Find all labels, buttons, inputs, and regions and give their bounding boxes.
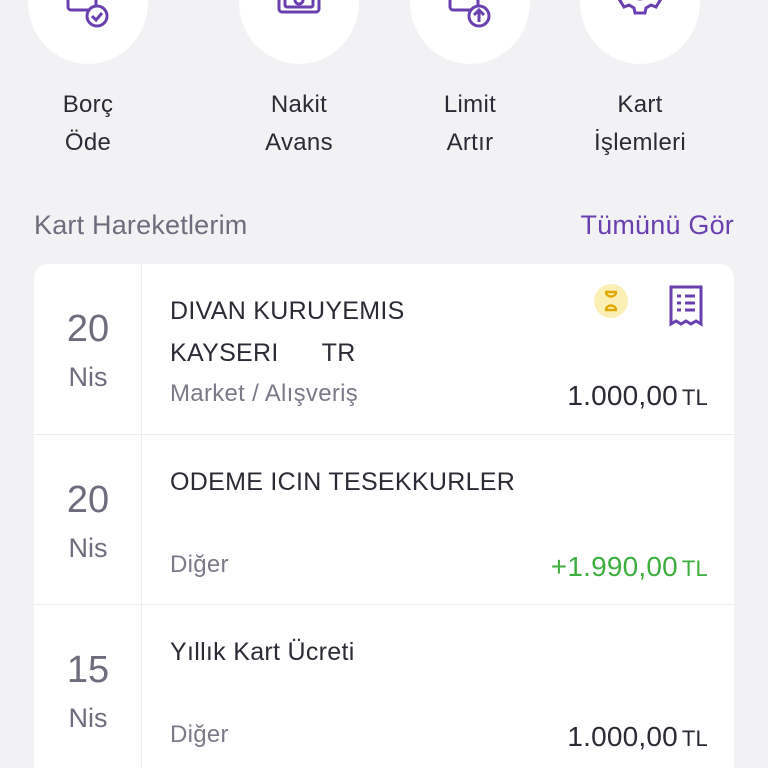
- limit-artir-label: Limit Artır: [443, 91, 497, 156]
- see-all-link[interactable]: Tümünü Gör: [580, 210, 734, 241]
- transaction-row[interactable]: 15 Nis Yıllık Kart Ücreti Diğer 1.000,00…: [34, 604, 734, 768]
- section-title: Kart Hareketlerim: [34, 210, 248, 240]
- kart-islemleri-circle: [580, 0, 700, 64]
- card-detail-screen: Borç Öde Nakit Avans Limit Artır Kart İş…: [0, 0, 768, 768]
- merchant-name: ODEME ICIN TESEKKURLER: [170, 461, 550, 503]
- transaction-category: Market / Alışveriş: [170, 380, 359, 407]
- transaction-day: 15: [66, 649, 110, 691]
- card-check-icon: [66, 0, 109, 28]
- merchant-line-1: Yıllık Kart Ücreti: [170, 638, 355, 666]
- amount-currency: TL: [681, 556, 708, 581]
- transaction-row[interactable]: 20 Nis ODEME ICIN TESEKKURLER Diğer +1.9…: [34, 434, 734, 604]
- transaction-row[interactable]: 20 Nis DIVAN KURUYEMIS KAYSERI TR Market…: [34, 264, 734, 434]
- borc-ode-label: Borç Öde: [62, 91, 114, 156]
- transaction-amount: 1.000,00 TL: [567, 721, 708, 753]
- hourglass-icon: [594, 284, 628, 318]
- nakit-avans-button[interactable]: Nakit Avans: [224, 0, 374, 170]
- date-column: 15 Nis: [34, 605, 142, 768]
- amount-currency: TL: [681, 726, 708, 751]
- transaction-month: Nis: [68, 362, 108, 392]
- transaction-category: Diğer: [170, 721, 229, 748]
- receipt-icon[interactable]: [668, 284, 704, 328]
- transaction-month: Nis: [68, 533, 108, 563]
- gear-icon: [618, 0, 663, 15]
- merchant-line-2: KAYSERI TR: [170, 339, 356, 367]
- quick-actions: Borç Öde Nakit Avans Limit Artır Kart İş…: [0, 0, 768, 170]
- kart-islemleri-button[interactable]: Kart İşlemleri: [565, 0, 715, 170]
- limit-artir-button[interactable]: Limit Artır: [395, 0, 545, 170]
- merchant-line-1: ODEME ICIN TESEKKURLER: [170, 468, 516, 496]
- transactions-card: 20 Nis DIVAN KURUYEMIS KAYSERI TR Market…: [34, 264, 734, 768]
- kart-islemleri-label: Kart İşlemleri: [593, 91, 687, 156]
- amount-value: 1.000,00: [567, 380, 678, 411]
- date-column: 20 Nis: [34, 435, 142, 604]
- transaction-amount: +1.990,00 TL: [551, 551, 708, 583]
- transaction-day: 20: [66, 308, 110, 350]
- transaction-month: Nis: [68, 703, 108, 733]
- borc-ode-button[interactable]: Borç Öde: [13, 0, 163, 170]
- card-upload-icon: [448, 0, 491, 28]
- nakit-avans-circle: [239, 0, 359, 64]
- nakit-avans-label: Nakit Avans: [265, 91, 333, 156]
- amount-value: 1.000,00: [567, 721, 678, 752]
- transaction-amount: 1.000,00 TL: [567, 380, 708, 412]
- merchant-name: Yıllık Kart Ücreti: [170, 631, 550, 673]
- merchant-name: DIVAN KURUYEMIS KAYSERI TR: [170, 290, 550, 374]
- amount-value: +1.990,00: [550, 551, 678, 582]
- transaction-day: 20: [66, 479, 110, 521]
- borc-ode-circle: [28, 0, 148, 64]
- merchant-line-1: DIVAN KURUYEMIS: [170, 297, 405, 325]
- transaction-category: Diğer: [170, 551, 229, 578]
- cash-icon: [277, 0, 321, 14]
- limit-artir-circle: [410, 0, 530, 64]
- amount-currency: TL: [681, 385, 708, 410]
- date-column: 20 Nis: [34, 264, 142, 434]
